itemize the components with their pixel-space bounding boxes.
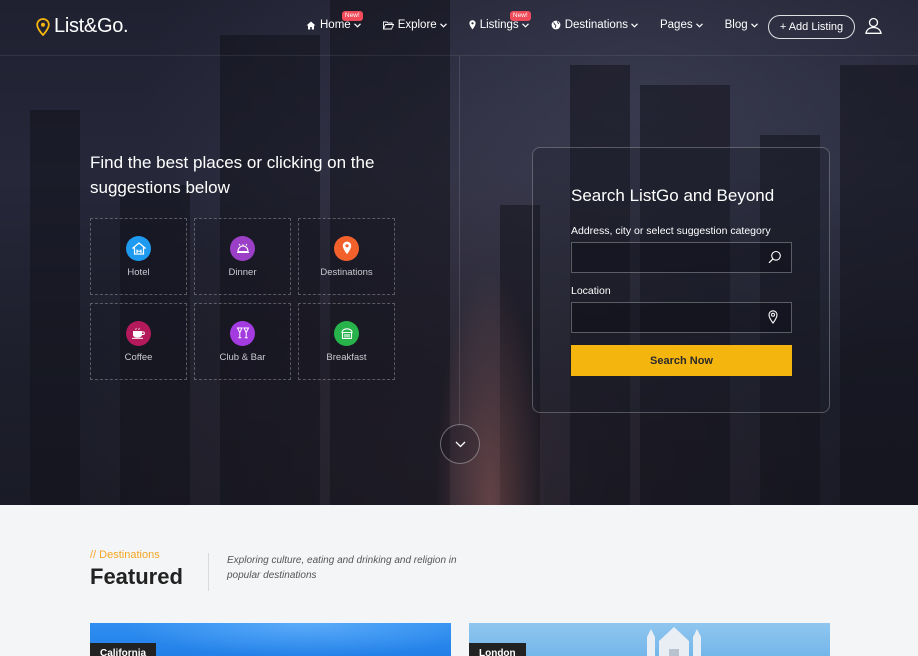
top-navigation: List&Go. Home New! Explore Listings New!… bbox=[0, 0, 918, 56]
coffee-icon bbox=[126, 320, 151, 346]
location-input[interactable] bbox=[571, 302, 792, 333]
globe-icon bbox=[551, 20, 561, 30]
chevron-down-icon bbox=[521, 22, 529, 28]
hotel-icon bbox=[126, 235, 151, 261]
chevron-down-icon bbox=[439, 22, 447, 28]
new-badge: New! bbox=[509, 11, 531, 21]
search-panel: Search ListGo and Beyond Address, city o… bbox=[532, 147, 830, 413]
hero-headline: Find the best places or clicking on the … bbox=[90, 153, 375, 197]
category-label: Coffee bbox=[124, 351, 153, 363]
location-pin-icon bbox=[334, 235, 359, 261]
map-pin-icon bbox=[469, 20, 476, 30]
chevron-down-icon bbox=[353, 22, 361, 28]
nav-listings[interactable]: Listings New! bbox=[469, 11, 531, 31]
destination-card-california[interactable]: California bbox=[90, 623, 451, 656]
nav-label: Explore bbox=[397, 19, 437, 31]
search-icon bbox=[768, 250, 782, 269]
nav-label: Pages bbox=[659, 19, 693, 31]
nav-home[interactable]: Home New! bbox=[306, 11, 363, 31]
brand-logo[interactable]: List&Go. bbox=[36, 15, 129, 38]
card-label: California bbox=[90, 643, 157, 656]
destination-card-london[interactable]: London bbox=[469, 623, 830, 656]
category-grid: Hotel Dinner Destinations Coffee Club & … bbox=[90, 218, 395, 380]
location-pin-icon bbox=[768, 310, 778, 329]
breakfast-icon bbox=[334, 320, 359, 346]
main-menu: Home New! Explore Listings New! Destinat… bbox=[306, 11, 780, 31]
cocktail-icon bbox=[230, 320, 255, 346]
address-input[interactable] bbox=[571, 242, 792, 273]
scroll-down-button[interactable] bbox=[440, 424, 480, 464]
location-label: Location bbox=[571, 285, 611, 297]
nav-explore[interactable]: Explore bbox=[382, 19, 447, 31]
category-label: Breakfast bbox=[326, 351, 367, 363]
category-dinner[interactable]: Dinner bbox=[194, 218, 291, 295]
card-image bbox=[647, 627, 701, 656]
category-label: Hotel bbox=[127, 266, 150, 278]
home-icon bbox=[306, 21, 316, 30]
section-description: Exploring culture, eating and drinking a… bbox=[227, 555, 457, 581]
brand-name: List&Go. bbox=[54, 15, 129, 37]
chevron-down-icon bbox=[455, 441, 465, 447]
chevron-down-icon bbox=[750, 22, 758, 28]
nav-pages[interactable]: Pages bbox=[660, 19, 703, 31]
hero-divider bbox=[459, 56, 460, 426]
section-kicker: // Destinations bbox=[90, 549, 160, 561]
search-title: Search ListGo and Beyond bbox=[571, 186, 775, 205]
category-label: Destinations bbox=[320, 266, 373, 278]
dinner-icon bbox=[230, 235, 255, 261]
search-now-button[interactable]: Search Now bbox=[571, 345, 792, 376]
category-breakfast[interactable]: Breakfast bbox=[298, 303, 395, 380]
card-label: London bbox=[469, 643, 526, 656]
chevron-down-icon bbox=[631, 22, 638, 28]
hero-section: List&Go. Home New! Explore Listings New!… bbox=[0, 0, 918, 505]
user-account-icon[interactable] bbox=[865, 17, 882, 39]
nav-label: Destinations bbox=[564, 19, 628, 31]
section-divider bbox=[208, 553, 209, 591]
category-label: Club & Bar bbox=[219, 351, 266, 363]
add-listing-button[interactable]: + Add Listing bbox=[768, 15, 855, 39]
background-building bbox=[840, 65, 918, 505]
address-label: Address, city or select suggestion categ… bbox=[571, 225, 771, 237]
category-hotel[interactable]: Hotel bbox=[90, 218, 187, 295]
background-building bbox=[30, 110, 80, 505]
category-club-bar[interactable]: Club & Bar bbox=[194, 303, 291, 380]
category-coffee[interactable]: Coffee bbox=[90, 303, 187, 380]
new-badge: New! bbox=[341, 11, 363, 21]
featured-section: // Destinations Featured Exploring cultu… bbox=[0, 505, 918, 656]
section-title: Featured bbox=[90, 564, 183, 589]
nav-destinations[interactable]: Destinations bbox=[551, 19, 638, 31]
nav-blog[interactable]: Blog bbox=[725, 19, 758, 31]
chevron-down-icon bbox=[695, 22, 703, 28]
category-destinations[interactable]: Destinations bbox=[298, 218, 395, 295]
folder-open-icon bbox=[382, 21, 394, 30]
nav-label: Blog bbox=[724, 19, 748, 31]
map-pin-icon bbox=[36, 17, 50, 36]
category-label: Dinner bbox=[228, 266, 257, 278]
